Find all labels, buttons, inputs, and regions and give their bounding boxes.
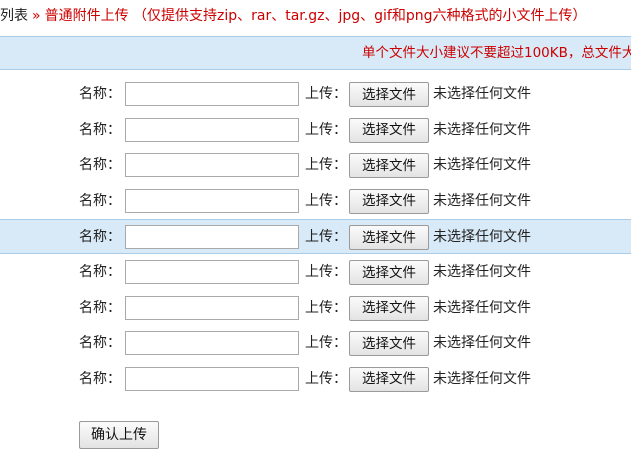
name-label: 名称： [79, 121, 121, 138]
upload-row: 名称： 上传： 选择文件 未选择任何文件 [0, 184, 631, 219]
choose-file-button[interactable]: 选择文件 [349, 295, 429, 321]
name-label: 名称： [79, 335, 121, 352]
file-status-text: 未选择任何文件 [433, 264, 531, 280]
name-label: 名称： [79, 370, 121, 387]
upload-row: 名称： 上传： 选择文件 未选择任何文件 [0, 77, 631, 112]
file-status-text: 未选择任何文件 [433, 335, 531, 352]
file-status-text: 未选择任何文件 [433, 299, 531, 316]
name-input[interactable] [125, 82, 299, 106]
file-status-text: 未选择任何文件 [433, 86, 531, 102]
upload-label: 上传： [305, 299, 347, 316]
name-input[interactable] [125, 366, 299, 391]
choose-file-button[interactable]: 选择文件 [349, 82, 429, 107]
name-input[interactable] [125, 153, 299, 178]
file-status-text: 未选择任何文件 [433, 121, 531, 138]
size-notice-bar: 单个文件大小建议不要超过100KB，总文件大小不超过 [0, 36, 631, 70]
name-label: 名称： [79, 157, 121, 174]
choose-file-button[interactable]: 选择文件 [349, 331, 429, 357]
upload-row: 名称： 上传： 选择文件 未选择任何文件 [0, 219, 631, 255]
upload-label: 上传： [305, 229, 347, 246]
name-label: 名称： [79, 192, 121, 209]
choose-file-button[interactable]: 选择文件 [349, 260, 429, 285]
breadcrumb-list-link[interactable]: 列表 [0, 8, 28, 24]
breadcrumb-separator: » [32, 8, 41, 24]
name-label: 名称： [79, 299, 121, 316]
upload-row: 名称： 上传： 选择文件 未选择任何文件 [0, 291, 631, 326]
upload-label: 上传： [305, 157, 347, 174]
upload-row: 名称： 上传： 选择文件 未选择任何文件 [0, 326, 631, 361]
upload-row: 名称： 上传： 选择文件 未选择任何文件 [0, 148, 631, 183]
choose-file-button[interactable]: 选择文件 [349, 366, 429, 392]
name-label: 名称： [79, 86, 121, 102]
name-input[interactable] [125, 225, 299, 250]
choose-file-button[interactable]: 选择文件 [349, 188, 429, 214]
breadcrumb-current-page: 普通附件上传 （仅提供支持zip、rar、tar.gz、jpg、gif和png六… [44, 8, 587, 24]
upload-label: 上传： [305, 370, 347, 387]
upload-row: 名称： 上传： 选择文件 未选择任何文件 [0, 362, 631, 397]
upload-label: 上传： [305, 86, 347, 102]
breadcrumb: 列表» 普通附件上传 （仅提供支持zip、rar、tar.gz、jpg、gif和p… [0, 0, 631, 36]
file-status-text: 未选择任何文件 [433, 157, 531, 174]
name-input[interactable] [125, 117, 299, 142]
choose-file-button[interactable]: 选择文件 [349, 153, 429, 179]
name-input[interactable] [125, 260, 299, 284]
name-label: 名称： [79, 229, 121, 246]
name-input[interactable] [125, 295, 299, 320]
name-input[interactable] [125, 188, 299, 213]
upload-label: 上传： [305, 335, 347, 352]
size-notice-text: 单个文件大小建议不要超过100KB，总文件大小不超过 [362, 45, 631, 61]
upload-label: 上传： [305, 121, 347, 138]
submit-upload-button[interactable]: 确认上传 [79, 421, 159, 449]
upload-row: 名称： 上传： 选择文件 未选择任何文件 [0, 113, 631, 148]
upload-row: 名称： 上传： 选择文件 未选择任何文件 [0, 255, 631, 290]
file-status-text: 未选择任何文件 [433, 192, 531, 209]
upload-label: 上传： [305, 264, 347, 280]
name-input[interactable] [125, 331, 299, 356]
name-label: 名称： [79, 264, 121, 280]
file-status-text: 未选择任何文件 [433, 370, 531, 387]
choose-file-button[interactable]: 选择文件 [349, 117, 429, 143]
upload-label: 上传： [305, 192, 347, 209]
file-status-text: 未选择任何文件 [433, 229, 531, 246]
choose-file-button[interactable]: 选择文件 [349, 225, 429, 251]
